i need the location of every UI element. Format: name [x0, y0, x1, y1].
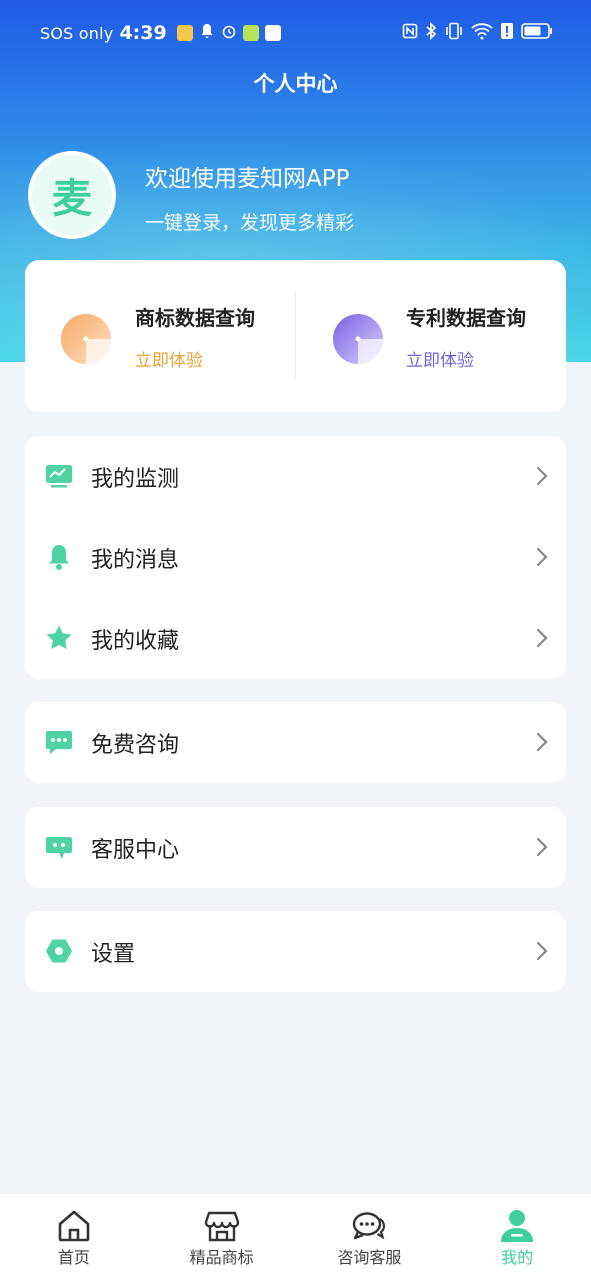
trademark-try-link[interactable]: 立即体验 [135, 346, 203, 371]
tab-mine[interactable]: 我的 [443, 1194, 591, 1280]
menu-label-favorites: 我的收藏 [91, 628, 180, 654]
tab-label-mine: 我的 [501, 1248, 534, 1267]
menu-item-free-consult[interactable]: 免费咨询 [25, 702, 566, 783]
tab-label-premium-trademarks: 精品商标 [189, 1248, 254, 1267]
menu-group-service: 客服中心 [25, 807, 566, 888]
patent-try-link[interactable]: 立即体验 [406, 346, 474, 371]
menu-item-settings[interactable]: 设置 [25, 911, 566, 992]
bluetooth-icon [425, 21, 437, 44]
chat-icon [45, 728, 73, 756]
alarm-icon [221, 23, 237, 43]
nfc-icon [402, 23, 418, 43]
patent-query-title: 专利数据查询 [406, 306, 526, 330]
chevron-right-icon [536, 466, 548, 486]
trademark-radar-icon [58, 308, 120, 370]
menu-item-messages[interactable]: 我的消息 [25, 517, 566, 598]
service-icon [45, 833, 73, 861]
calendar-icon [176, 25, 193, 41]
data-query-card: 商标数据查询 立即体验 专利数据查询 立即体验 [25, 260, 566, 412]
menu-label-free-consult: 免费咨询 [91, 732, 180, 758]
welcome-text[interactable]: 欢迎使用麦知网APP [145, 159, 349, 193]
menu-item-customer-service[interactable]: 客服中心 [25, 807, 566, 888]
menu-item-monitoring[interactable]: 我的监测 [25, 436, 566, 517]
battery-icon [521, 22, 553, 44]
tab-label-consult-service: 咨询客服 [337, 1248, 402, 1267]
avatar-text: 麦 [52, 176, 92, 222]
menu-label-settings: 设置 [91, 941, 136, 967]
status-bar: SOS only 4:39 [0, 0, 591, 66]
trademark-query-title: 商标数据查询 [135, 306, 255, 330]
patent-query-item[interactable]: 专利数据查询 立即体验 [295, 260, 565, 412]
page-title: 个人中心 [253, 72, 338, 96]
menu-label-customer-service: 客服中心 [91, 837, 180, 863]
app-notification-icon [264, 25, 281, 41]
trademark-query-item[interactable]: 商标数据查询 立即体验 [25, 260, 295, 412]
home-icon [56, 1208, 92, 1244]
menu-group-account: 我的监测 我的消息 我的收藏 [25, 436, 566, 679]
tab-home[interactable]: 首页 [0, 1194, 148, 1280]
notification-bell-icon [199, 23, 215, 43]
chat-bubbles-icon [351, 1208, 387, 1244]
bottom-tab-bar: 首页 精品商标 咨询客服 我的 [0, 1193, 591, 1280]
tab-premium-trademarks[interactable]: 精品商标 [148, 1194, 296, 1280]
chevron-right-icon [536, 547, 548, 567]
vibrate-icon [444, 22, 464, 44]
chevron-right-icon [536, 941, 548, 961]
menu-item-favorites[interactable]: 我的收藏 [25, 598, 566, 679]
wechat-icon [242, 25, 259, 41]
menu-group-consult: 免费咨询 [25, 702, 566, 783]
menu-label-monitoring: 我的监测 [91, 466, 180, 492]
chevron-right-icon [536, 628, 548, 648]
chevron-right-icon [536, 837, 548, 857]
monitor-icon [45, 462, 73, 490]
alert-icon [500, 22, 514, 44]
tab-consult-service[interactable]: 咨询客服 [296, 1194, 444, 1280]
bell-icon [45, 543, 73, 571]
tab-label-home: 首页 [57, 1248, 90, 1267]
shop-icon [204, 1208, 240, 1244]
avatar[interactable]: 麦 [28, 151, 116, 239]
carrier-text: SOS only [40, 23, 114, 43]
login-prompt[interactable]: 一键登录，发现更多精彩 [145, 208, 354, 235]
user-icon [499, 1208, 535, 1244]
settings-icon [45, 937, 73, 965]
chevron-right-icon [536, 732, 548, 752]
wifi-icon [471, 22, 493, 44]
patent-radar-icon [330, 308, 392, 370]
star-icon [45, 624, 73, 652]
clock: 4:39 [119, 22, 167, 44]
menu-label-messages: 我的消息 [91, 547, 180, 573]
menu-group-settings: 设置 [25, 911, 566, 992]
